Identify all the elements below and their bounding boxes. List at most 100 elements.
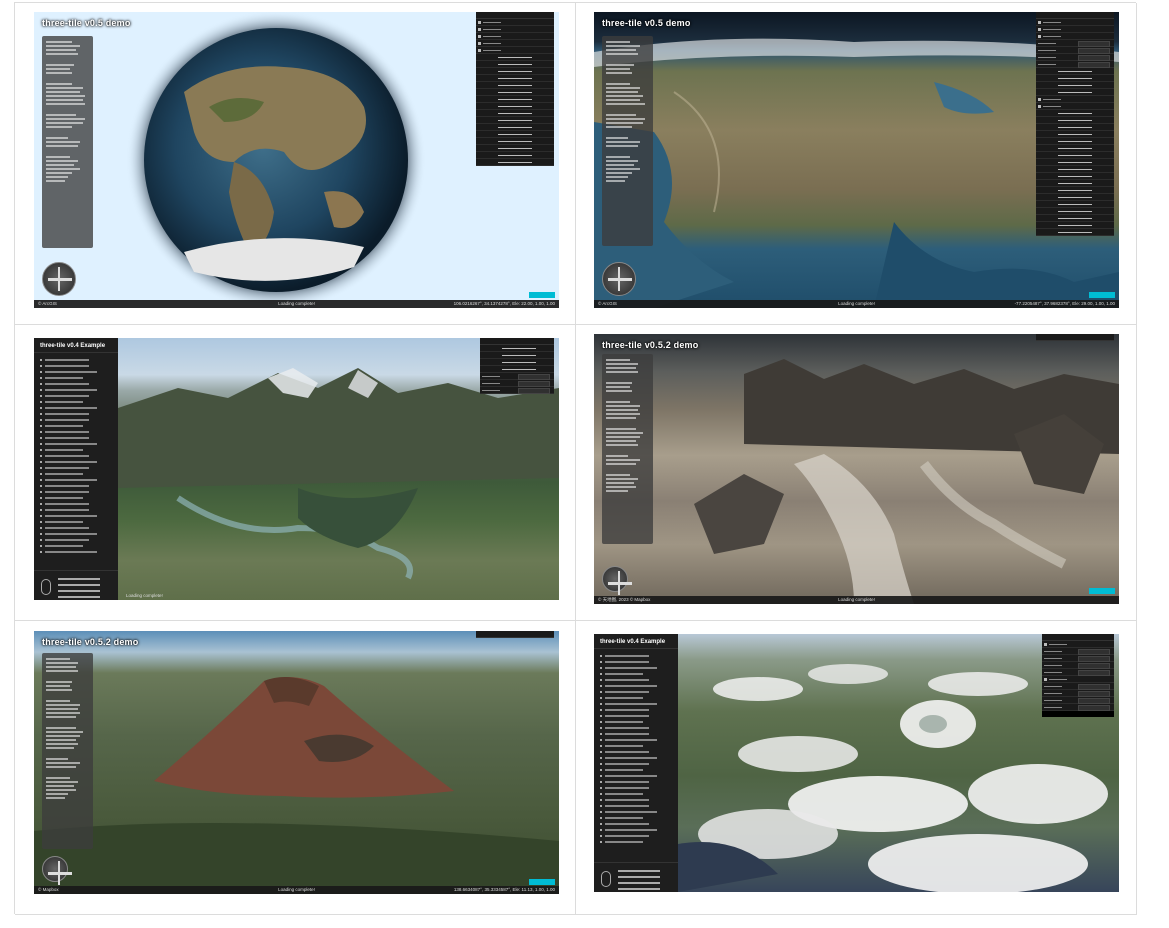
example-link[interactable] — [594, 839, 678, 845]
gui-control[interactable] — [1042, 697, 1114, 704]
gui-folder[interactable] — [1036, 19, 1114, 26]
gui-close-bar[interactable] — [1042, 711, 1114, 717]
example-link[interactable] — [34, 549, 118, 555]
gui-header[interactable] — [476, 12, 554, 19]
grid-cell: three-tile v0.4 Example — [576, 621, 1137, 915]
gui-control[interactable] — [480, 380, 554, 387]
gui-header[interactable] — [1036, 334, 1114, 341]
demo-screenshot[interactable]: three-tile v0.4 Example — [34, 338, 559, 600]
gui-folder[interactable] — [1042, 676, 1114, 683]
gui-button[interactable] — [1036, 222, 1114, 229]
gui-button[interactable] — [476, 110, 554, 117]
gui-folder[interactable] — [1036, 103, 1114, 110]
settings-panel[interactable] — [1042, 634, 1114, 717]
gui-folder[interactable] — [476, 40, 554, 47]
gui-control[interactable] — [1042, 655, 1114, 662]
scale-bar — [1089, 588, 1115, 594]
gui-button[interactable] — [476, 89, 554, 96]
compass-icon[interactable] — [42, 262, 76, 296]
gui-control[interactable] — [480, 387, 554, 394]
gui-folder[interactable] — [476, 47, 554, 54]
demo-screenshot[interactable]: three-tile v0.5.2 demo — [594, 334, 1119, 604]
gui-button[interactable] — [1036, 110, 1114, 117]
gui-header[interactable] — [480, 338, 554, 345]
demo-screenshot[interactable]: three-tile v0.5 demo © ArcGIS Loading co… — [594, 12, 1119, 308]
terrain-scene[interactable]: three-tile v0.5.2 demo — [594, 334, 1119, 604]
gui-folder[interactable] — [1036, 26, 1114, 33]
gui-control[interactable] — [1042, 669, 1114, 676]
gui-button[interactable] — [1036, 124, 1114, 131]
gui-header[interactable] — [476, 631, 554, 638]
gui-control[interactable] — [1036, 40, 1114, 47]
gui-button[interactable] — [476, 145, 554, 152]
compass-icon[interactable] — [602, 566, 632, 595]
gui-button[interactable] — [1036, 208, 1114, 215]
gui-button[interactable] — [476, 75, 554, 82]
gui-button[interactable] — [476, 124, 554, 131]
gui-button[interactable] — [476, 61, 554, 68]
gui-button[interactable] — [1036, 194, 1114, 201]
gui-folder[interactable] — [476, 33, 554, 40]
settings-panel[interactable] — [476, 12, 554, 166]
gui-button[interactable] — [1036, 138, 1114, 145]
gui-button[interactable] — [476, 159, 554, 166]
gui-button[interactable] — [1036, 229, 1114, 236]
demo-screenshot[interactable]: three-tile v0.4 Example — [594, 634, 1119, 892]
gui-button[interactable] — [476, 54, 554, 61]
compass-icon[interactable] — [602, 262, 636, 296]
gui-button[interactable] — [1036, 145, 1114, 152]
gui-button[interactable] — [1036, 68, 1114, 75]
gui-button[interactable] — [1036, 201, 1114, 208]
gui-control[interactable] — [1036, 47, 1114, 54]
gui-folder[interactable] — [476, 19, 554, 26]
gui-button[interactable] — [476, 117, 554, 124]
terrain-scene[interactable]: three-tile v0.5.2 demo — [34, 631, 559, 894]
gui-button[interactable] — [1036, 215, 1114, 222]
gui-button[interactable] — [476, 96, 554, 103]
map-scene[interactable]: three-tile v0.5 demo © ArcGIS Loading co… — [594, 12, 1119, 308]
gui-button[interactable] — [1036, 159, 1114, 166]
gui-button[interactable] — [1036, 75, 1114, 82]
gui-button[interactable] — [1036, 117, 1114, 124]
gui-button[interactable] — [476, 82, 554, 89]
demo-screenshot[interactable]: three-tile v0.5 demo © ArcGIS Loading co… — [34, 12, 559, 308]
gui-button[interactable] — [476, 152, 554, 159]
settings-panel[interactable] — [476, 631, 554, 638]
globe-scene[interactable]: three-tile v0.5 demo © ArcGIS Loading co… — [34, 12, 559, 308]
gui-folder[interactable] — [1036, 96, 1114, 103]
gui-button[interactable] — [1036, 131, 1114, 138]
gui-button[interactable] — [1036, 173, 1114, 180]
gui-folder[interactable] — [476, 26, 554, 33]
settings-panel[interactable] — [1036, 12, 1114, 236]
gui-folder[interactable] — [1036, 33, 1114, 40]
gui-button[interactable] — [1036, 82, 1114, 89]
gui-button[interactable] — [476, 138, 554, 145]
gui-control[interactable] — [1036, 61, 1114, 68]
gui-control[interactable] — [1042, 704, 1114, 711]
gui-button[interactable] — [1036, 180, 1114, 187]
demo-screenshot[interactable]: three-tile v0.5.2 demo — [34, 631, 559, 894]
gui-control[interactable] — [1042, 683, 1114, 690]
gui-control[interactable] — [1042, 648, 1114, 655]
gui-button[interactable] — [476, 131, 554, 138]
gui-button[interactable] — [480, 345, 554, 352]
gui-button[interactable] — [476, 103, 554, 110]
gui-header[interactable] — [1042, 634, 1114, 641]
gui-button[interactable] — [1036, 187, 1114, 194]
gui-control[interactable] — [1042, 662, 1114, 669]
gui-button[interactable] — [480, 359, 554, 366]
settings-panel[interactable] — [480, 338, 554, 394]
gui-button[interactable] — [1036, 89, 1114, 96]
gui-button[interactable] — [1036, 152, 1114, 159]
compass-icon[interactable] — [42, 856, 72, 885]
gui-control[interactable] — [480, 373, 554, 380]
gui-control[interactable] — [1042, 690, 1114, 697]
gui-header[interactable] — [1036, 12, 1114, 19]
gui-button[interactable] — [480, 366, 554, 373]
gui-folder[interactable] — [1042, 641, 1114, 648]
gui-control[interactable] — [1036, 54, 1114, 61]
settings-panel[interactable] — [1036, 334, 1114, 341]
gui-button[interactable] — [1036, 166, 1114, 173]
gui-button[interactable] — [476, 68, 554, 75]
gui-button[interactable] — [480, 352, 554, 359]
